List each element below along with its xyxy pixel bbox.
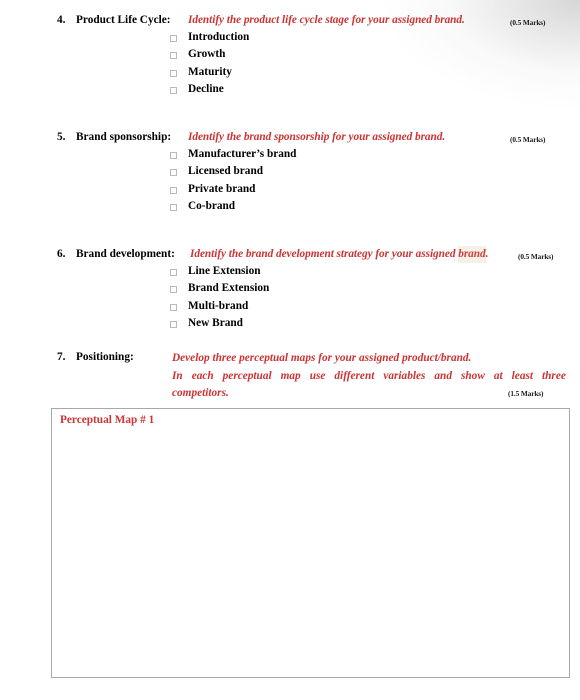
- question-4-instruction: Identify the product life cycle stage fo…: [188, 14, 465, 26]
- paragraph-word: three: [542, 369, 566, 382]
- question-4-marks: (0.5 Marks): [510, 18, 546, 27]
- checkbox-icon[interactable]: [170, 52, 177, 60]
- option-label: Decline: [188, 83, 224, 96]
- question-4-label: Product Life Cycle:: [76, 14, 171, 26]
- option-row[interactable]: Multi-brand: [0, 300, 580, 317]
- paragraph-line-3: competitors.: [172, 387, 229, 399]
- question-7-number: 7.: [57, 351, 66, 363]
- paragraph-word: perceptual: [222, 369, 272, 382]
- question-5-heading: 5. Brand sponsorship: Identify the brand…: [0, 130, 580, 146]
- paragraph-word: each: [191, 369, 214, 382]
- option-row[interactable]: New Brand: [0, 317, 580, 334]
- paragraph-word: and: [434, 369, 452, 382]
- perceptual-map-answer-box[interactable]: Perceptual Map # 1: [51, 408, 570, 678]
- option-label: New Brand: [188, 317, 243, 330]
- option-label: Co-brand: [188, 200, 236, 213]
- option-row[interactable]: Growth: [0, 48, 580, 65]
- option-row[interactable]: Brand Extension: [0, 282, 580, 299]
- paragraph-word: variables: [383, 369, 426, 382]
- checkbox-icon[interactable]: [170, 169, 177, 177]
- option-label: Line Extension: [188, 265, 261, 277]
- question-4-heading: 4. Product Life Cycle: Identify the prod…: [0, 13, 580, 29]
- question-block-6: 6. Brand development: Identify the brand…: [0, 246, 580, 329]
- paragraph-word: use: [309, 369, 326, 382]
- paragraph-word: In: [172, 369, 183, 382]
- question-6-instruction-post: .: [485, 248, 489, 260]
- question-4-options: Introduction Growth Maturity Decline: [0, 31, 580, 101]
- question-6-instruction: Identify the brand development strategy …: [190, 246, 489, 263]
- option-row[interactable]: Decline: [0, 83, 580, 100]
- question-4-number: 4.: [57, 14, 66, 26]
- paragraph-word: at: [493, 369, 503, 382]
- option-label: Manufacturer’s brand: [188, 148, 297, 160]
- question-5-number: 5.: [57, 131, 66, 143]
- option-label: Licensed brand: [188, 165, 264, 178]
- checkbox-icon[interactable]: [170, 152, 177, 159]
- question-7-paragraph: Develop three perceptual maps for your a…: [172, 350, 566, 403]
- paragraph-line-2: In each perceptual map use different var…: [172, 368, 566, 386]
- question-5-instruction: Identify the brand sponsorship for your …: [188, 131, 446, 143]
- checkbox-icon[interactable]: [170, 204, 177, 212]
- question-5-marks: (0.5 Marks): [510, 135, 546, 144]
- question-7-marks: (1.5 Marks): [508, 389, 544, 398]
- checkbox-icon[interactable]: [170, 186, 177, 194]
- option-label: Private brand: [188, 182, 256, 195]
- checkbox-icon[interactable]: [170, 35, 177, 42]
- document-page: 4. Product Life Cycle: Identify the prod…: [0, 0, 580, 700]
- option-label: Maturity: [188, 65, 232, 78]
- perceptual-map-title: Perceptual Map # 1: [60, 414, 155, 426]
- question-6-heading: 6. Brand development: Identify the brand…: [0, 246, 580, 263]
- question-5-options: Manufacturer’s brand Licensed brand Priv…: [0, 148, 580, 218]
- option-label: Brand Extension: [188, 282, 270, 295]
- question-block-7: 7. Positioning: Develop three perceptual…: [0, 350, 580, 399]
- question-6-instruction-marked-word: brand: [458, 246, 486, 263]
- checkbox-icon[interactable]: [170, 303, 177, 311]
- checkbox-icon[interactable]: [170, 321, 177, 329]
- option-row[interactable]: Private brand: [0, 183, 580, 200]
- option-row[interactable]: Licensed brand: [0, 165, 580, 182]
- question-6-number: 6.: [57, 248, 66, 260]
- question-block-4: 4. Product Life Cycle: Identify the prod…: [0, 13, 580, 95]
- question-7-label: Positioning:: [76, 351, 134, 363]
- checkbox-icon[interactable]: [170, 286, 177, 294]
- option-row[interactable]: Line Extension: [0, 265, 580, 282]
- question-6-instruction-pre: Identify the brand development strategy …: [190, 248, 459, 260]
- option-row[interactable]: Co-brand: [0, 200, 580, 217]
- paragraph-word: different: [334, 369, 375, 382]
- option-label: Multi-brand: [188, 299, 249, 312]
- question-block-5: 5. Brand sponsorship: Identify the brand…: [0, 130, 580, 212]
- paragraph-word: map: [280, 369, 301, 382]
- paragraph-word: show: [461, 369, 485, 382]
- checkbox-icon[interactable]: [170, 269, 177, 276]
- option-label: Introduction: [188, 31, 250, 43]
- option-row[interactable]: Maturity: [0, 66, 580, 83]
- checkbox-icon[interactable]: [170, 69, 177, 77]
- option-row[interactable]: Introduction: [0, 31, 580, 48]
- question-6-marks: (0.5 Marks): [518, 252, 554, 261]
- checkbox-icon[interactable]: [170, 87, 177, 95]
- paragraph-word: least: [511, 369, 534, 382]
- question-5-label: Brand sponsorship:: [76, 131, 172, 143]
- question-6-label: Brand development:: [76, 248, 175, 260]
- option-label: Growth: [188, 48, 226, 61]
- option-row[interactable]: Manufacturer’s brand: [0, 148, 580, 165]
- question-6-options: Line Extension Brand Extension Multi-bra…: [0, 265, 580, 335]
- paragraph-line-1: Develop three perceptual maps for your a…: [172, 352, 472, 364]
